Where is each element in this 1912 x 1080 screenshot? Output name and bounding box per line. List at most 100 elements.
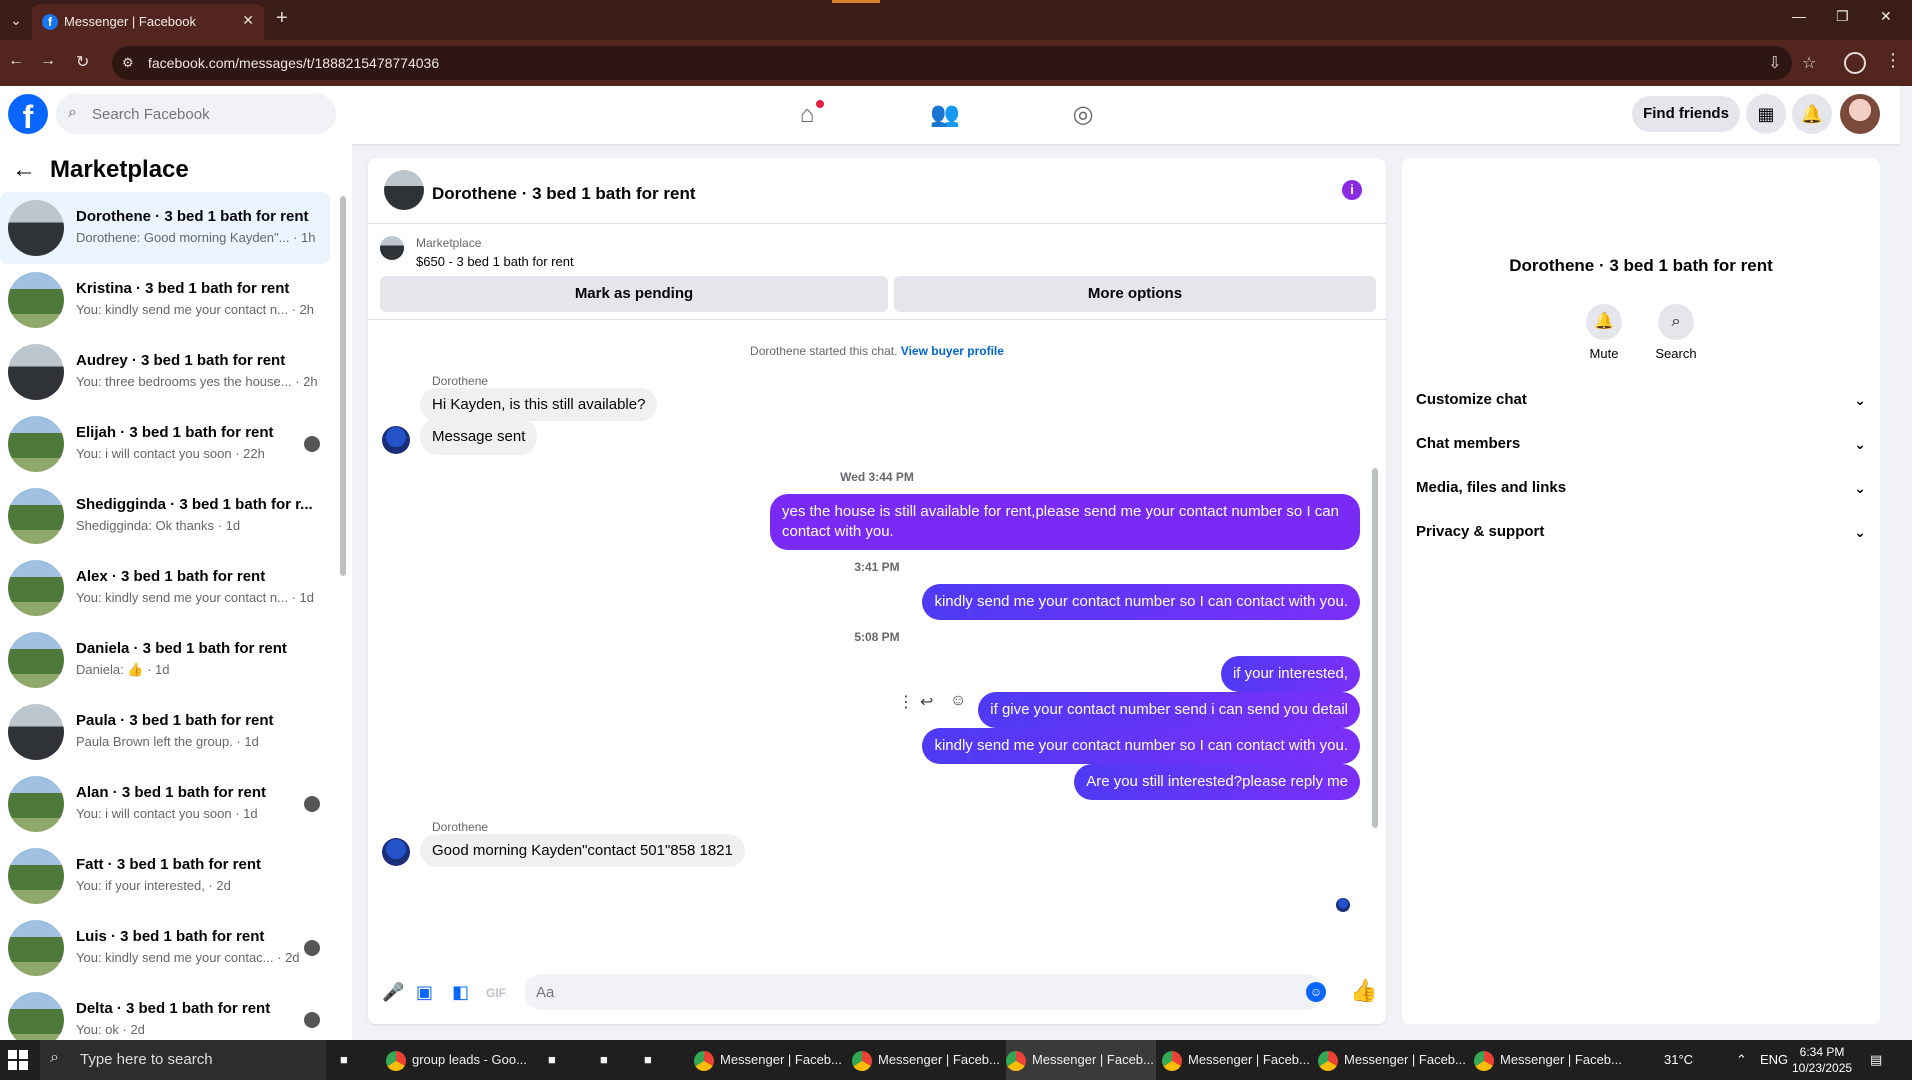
sender-avatar[interactable] — [382, 838, 410, 866]
conversation-item[interactable]: Fatt · 3 bed 1 bath for rent You: if your… — [0, 840, 330, 912]
conversation-item[interactable]: Audrey · 3 bed 1 bath for rent You: three… — [0, 336, 330, 408]
find-friends-button[interactable]: Find friends — [1632, 96, 1740, 132]
sticker-icon[interactable]: ◧ — [452, 982, 469, 1003]
outgoing-message[interactable]: if your interested, — [1220, 656, 1360, 692]
weather-temp[interactable]: 31°C — [1664, 1040, 1693, 1080]
app-icon-1[interactable]: ■ — [340, 1040, 372, 1080]
facebook-logo-icon[interactable]: f — [8, 94, 48, 135]
notification-center-icon[interactable]: ▤ — [1870, 1040, 1882, 1080]
listing-price[interactable]: $650 - 3 bed 1 bath for rent — [416, 254, 574, 269]
app-icon-2[interactable]: ■ — [600, 1040, 632, 1080]
message-input[interactable] — [524, 974, 1284, 1010]
taskbar-search-placeholder: Type here to search — [80, 1051, 213, 1068]
section-privacy-support[interactable]: Privacy & support ⌄ — [1416, 514, 1866, 550]
conversation-item[interactable]: Luis · 3 bed 1 bath for rent You: kindly … — [0, 912, 330, 984]
url-field[interactable]: ⚙ facebook.com/messages/t/18882154787740… — [112, 46, 1816, 80]
taskbar-app-label: Messenger | Faceb... — [1500, 1052, 1622, 1067]
minimize-icon[interactable]: — — [1792, 8, 1806, 24]
forward-icon[interactable]: → — [40, 52, 56, 70]
search-input[interactable] — [92, 94, 328, 134]
facebook-search[interactable]: ⌕ — [56, 94, 336, 134]
notifications-bell-icon[interactable]: 🔔 — [1792, 94, 1832, 134]
conversation-item[interactable]: Shedigginda · 3 bed 1 bath for r... Shedi… — [0, 480, 330, 552]
incoming-message[interactable]: Hi Kayden, is this still available? — [420, 388, 658, 421]
profile-name: Dorothene · 3 bed 1 bath for rent — [1509, 256, 1773, 275]
taskbar-app[interactable]: group leads - Goo... — [386, 1040, 536, 1080]
search-button[interactable]: ⌕ Search — [1646, 304, 1706, 361]
new-tab-icon[interactable]: + — [276, 7, 288, 30]
outgoing-message[interactable]: yes the house is still available for ren… — [770, 494, 1360, 550]
copilot-icon[interactable]: ■ — [548, 1040, 580, 1080]
taskbar-app[interactable]: Messenger | Faceb... — [1006, 1040, 1156, 1080]
browser-menu-icon[interactable]: ⋮ — [1884, 50, 1902, 71]
conversation-avatar — [8, 200, 64, 256]
back-arrow-icon[interactable]: ← — [12, 156, 36, 183]
mute-button[interactable]: 🔔 Mute — [1574, 304, 1634, 361]
reply-icon[interactable]: ↩ — [920, 692, 933, 712]
language-indicator[interactable]: ENG — [1760, 1040, 1788, 1080]
friends-icon[interactable]: 👥 — [930, 100, 960, 130]
sender-avatar[interactable] — [382, 426, 410, 454]
bookmark-star-icon[interactable]: ☆ — [1802, 53, 1816, 73]
react-emoji-icon[interactable]: ☺ — [950, 692, 966, 710]
outgoing-message[interactable]: kindly send me your contact number so I … — [922, 728, 1360, 764]
taskbar-app[interactable]: Messenger | Faceb... — [694, 1040, 844, 1080]
site-info-icon[interactable]: ⚙ — [122, 55, 134, 71]
show-hidden-icons[interactable]: ⌃ — [1736, 1040, 1747, 1080]
close-window-icon[interactable]: ✕ — [1880, 8, 1892, 25]
list-scrollbar[interactable] — [340, 196, 346, 576]
conversation-item[interactable]: Paula · 3 bed 1 bath for rent Paula Brown… — [0, 696, 330, 768]
like-icon[interactable]: 👍 — [1350, 978, 1377, 1004]
view-buyer-profile-link[interactable]: View buyer profile — [901, 344, 1004, 358]
menu-grid-icon[interactable]: ▦ — [1746, 94, 1786, 134]
restore-icon[interactable]: ❐ — [1836, 8, 1849, 25]
section-customize-chat[interactable]: Customize chat ⌄ — [1416, 382, 1866, 418]
sender-name: Dorothene — [432, 374, 489, 388]
conversation-name: Delta · 3 bed 1 bath for rent — [76, 1000, 271, 1017]
file-explorer-icon[interactable]: ■ — [644, 1040, 676, 1080]
section-chat-members[interactable]: Chat members ⌄ — [1416, 426, 1866, 462]
more-actions-icon[interactable]: ⋮ — [898, 692, 914, 712]
chat-scrollbar[interactable] — [1372, 468, 1378, 828]
chat-avatar[interactable] — [384, 170, 424, 210]
incoming-message[interactable]: Message sent — [420, 418, 538, 455]
profile-avatar[interactable] — [1604, 176, 1676, 248]
chat-title[interactable]: Dorothene · 3 bed 1 bath for rent — [432, 184, 696, 204]
taskbar-app[interactable]: Messenger | Faceb... — [1162, 1040, 1312, 1080]
taskbar-app[interactable]: Messenger | Faceb... — [1318, 1040, 1468, 1080]
conversation-item[interactable]: Alex · 3 bed 1 bath for rent You: kindly … — [0, 552, 330, 624]
tab-search-icon[interactable]: ⌄ — [4, 8, 28, 32]
section-media-files[interactable]: Media, files and links ⌄ — [1416, 470, 1866, 506]
message-input-wrap[interactable] — [524, 974, 1324, 1010]
conversation-item[interactable]: Daniela · 3 bed 1 bath for rent Daniela: … — [0, 624, 330, 696]
conversation-item[interactable]: Delta · 3 bed 1 bath for rent You: ok · 2… — [0, 984, 330, 1040]
back-icon[interactable]: ← — [8, 52, 24, 70]
taskbar-app[interactable]: Messenger | Faceb... — [852, 1040, 1002, 1080]
gif-icon[interactable]: GIF — [486, 986, 506, 1000]
conversation-item[interactable]: Kristina · 3 bed 1 bath for rent You: kin… — [0, 264, 330, 336]
conversation-item[interactable]: Dorothene · 3 bed 1 bath for rent Dorothe… — [0, 192, 330, 264]
taskbar-clock[interactable]: 6:34 PM 10/23/2025 — [1792, 1044, 1852, 1076]
mark-pending-button[interactable]: Mark as pending — [380, 276, 888, 312]
microphone-icon[interactable]: 🎤 — [382, 982, 404, 1003]
conversation-item[interactable]: Alan · 3 bed 1 bath for rent You: i will … — [0, 768, 330, 840]
conversation-item[interactable]: Elijah · 3 bed 1 bath for rent You: i wil… — [0, 408, 330, 480]
info-icon[interactable]: i — [1342, 180, 1362, 200]
outgoing-message[interactable]: if give your contact number send i can s… — [978, 692, 1360, 728]
photo-icon[interactable]: ▣ — [416, 982, 433, 1003]
emoji-icon[interactable]: ☺ — [1306, 982, 1326, 1002]
windows-start-icon[interactable] — [8, 1050, 28, 1070]
browser-profile-icon[interactable] — [1844, 52, 1866, 74]
account-avatar[interactable] — [1840, 94, 1880, 134]
incoming-message[interactable]: Good morning Kayden"contact 501"858 1821 — [420, 834, 745, 867]
groups-icon[interactable]: ◎ — [1068, 100, 1098, 130]
close-tab-icon[interactable]: ✕ — [242, 12, 254, 29]
outgoing-message[interactable]: Are you still interested?please reply me — [1074, 764, 1360, 800]
reload-icon[interactable]: ↻ — [76, 52, 89, 72]
more-options-button[interactable]: More options — [894, 276, 1376, 312]
install-icon[interactable]: ⇩ — [1768, 53, 1781, 73]
taskbar-app[interactable]: Messenger | Faceb... — [1474, 1040, 1624, 1080]
outgoing-message[interactable]: kindly send me your contact number so I … — [922, 584, 1360, 620]
taskbar-search[interactable]: ⌕ Type here to search — [40, 1040, 326, 1080]
browser-tab[interactable]: f Messenger | Facebook ✕ — [32, 4, 264, 40]
